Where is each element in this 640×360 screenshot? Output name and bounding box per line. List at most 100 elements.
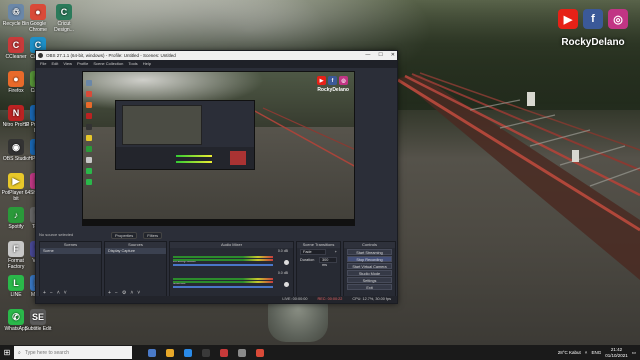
source-item[interactable]: Display Capture [105,248,166,254]
start-streaming-button[interactable]: Start Streaming [347,249,392,255]
live-timer: LIVE: 00:00:00 [282,297,308,301]
mixer-channel-desktop: Desktop Audio 0.0 dB [170,248,293,270]
taskbar-clock[interactable]: 21:42 01/10/2021 [605,347,628,359]
channel-name: RockyDelano [561,37,625,48]
transition-select[interactable]: Fade [300,249,326,255]
add-transition-icon[interactable]: + [335,250,337,254]
taskbar-app[interactable] [198,345,214,360]
cpu-fps: CPU: 12.7%, 30.00 fps [352,297,391,301]
taskbar-app[interactable] [162,345,178,360]
settings-button[interactable]: Settings [347,277,392,283]
scene-transitions-dock: Scene Transitions Fade + Duration 300 ms [296,241,341,298]
taskbar-app[interactable] [180,345,196,360]
speaker-icon[interactable] [284,282,289,287]
chevron-up-icon[interactable]: ˄ [585,350,588,355]
menu-tools[interactable]: Tools [128,60,137,68]
channel-db: 0.0 dB [277,249,288,253]
language-indicator[interactable]: ENG [591,350,601,355]
obs-preview-canvas[interactable]: ▶ f ◎ RockyDelano [82,71,355,226]
search-icon: ⌕ [18,349,21,356]
social-badges: ▶ f ◎ RockyDelano [558,9,628,48]
preview-instagram-icon: ◎ [339,76,348,85]
sources-dock: Sources Display Capture + − ⚙ ˄ ˅ [104,241,167,298]
app-icon [202,348,210,357]
close-button[interactable]: ✕ [391,51,395,60]
app-icon: SE [30,309,46,325]
menu-profile[interactable]: Profile [77,60,88,68]
menu-view[interactable]: View [63,60,72,68]
app-icon [220,348,228,357]
preview-facebook-icon: f [328,76,337,85]
taskbar: ⊞ ⌕ 28°C Kabut ˄ ENG 21:42 01/10/2021 ▭ [0,345,640,360]
duration-label: Duration [300,258,315,262]
obs-window: OBS 27.1.1 (64-bit, windows) - Profile: … [35,50,398,304]
preview-channel-name: RockyDelano [317,87,349,93]
mixer-channel-mic: Mic/Aux 0.0 dB [170,270,293,292]
system-tray: 28°C Kabut ˄ ENG 21:42 01/10/2021 ▭ [558,347,640,359]
instagram-icon: ◎ [608,9,628,29]
preview-social-badges: ▶ f ◎ [317,76,348,85]
search-input[interactable] [24,349,121,356]
transitions-header: Scene Transitions [297,242,340,248]
menu-scene-collection[interactable]: Scene Collection [93,60,123,68]
scene-item[interactable]: Scene [40,248,101,254]
no-source-label: No source selected [39,232,74,237]
nested-preview [122,105,202,145]
menu-file[interactable]: File [40,60,46,68]
app-icon: ● [30,4,46,20]
volume-meter [173,256,273,258]
volume-meter [173,281,273,283]
obs-logo-icon [38,53,43,58]
obs-menu-bar: File Edit View Profile Scene Collection … [36,60,397,68]
start-virtual-camera-button[interactable]: Start Virtual Camera [347,263,392,269]
desktop-icon-label: Cricut Design... [54,21,74,33]
taskbar-search[interactable]: ⌕ [14,346,132,359]
obs-title-text: OBS 27.1.1 (64-bit, windows) - Profile: … [46,53,176,58]
weather-status[interactable]: 28°C Kabut [558,350,581,355]
youtube-icon: ▶ [558,9,578,29]
app-icon [148,348,156,357]
taskbar-app[interactable] [234,345,250,360]
obs-status-bar: LIVE: 00:00:00 REC: 00:00:22 CPU: 12.7%,… [36,296,397,303]
preview-taskbar [83,219,354,225]
stop-recording-button[interactable]: Stop Recording [347,256,392,262]
desktop-icon[interactable]: SE Subtitle Edit [22,309,54,332]
start-button[interactable]: ⊞ [0,345,14,360]
properties-button[interactable]: Properties [111,232,138,239]
facebook-icon: f [583,9,603,29]
wallpaper-bucket [268,300,328,342]
notifications-icon[interactable]: ▭ [632,350,636,356]
filters-button[interactable]: Filters [143,232,163,239]
duration-field[interactable]: 300 ms [319,257,337,267]
studio-mode-button[interactable]: Studio Mode [347,270,392,276]
nested-meter-2 [176,161,212,163]
volume-slider[interactable] [173,286,273,288]
menu-edit[interactable]: Edit [51,60,58,68]
nested-record-indicator [230,151,246,165]
menu-help[interactable]: Help [143,60,151,68]
controls-dock: Controls Start Streaming Stop Recording … [343,241,396,298]
desktop-icon[interactable]: C Cricut Design... [48,4,80,33]
rec-timer: REC: 00:00:22 [317,297,343,301]
taskbar-app[interactable] [144,345,160,360]
app-icon: C [56,4,72,20]
maximize-button[interactable]: ☐ [378,51,382,60]
app-icon [184,348,192,357]
app-icon [166,348,174,357]
nested-meter-1 [176,155,212,157]
preview-desktop-icons [86,80,94,190]
preview-youtube-icon: ▶ [317,76,326,85]
preview-nested-obs [115,100,255,170]
scenes-dock: Scenes Scene + − ˄ ˅ [39,241,102,298]
volume-slider[interactable] [173,264,273,266]
controls-header: Controls [344,242,395,248]
minimize-button[interactable]: — [365,51,370,60]
taskbar-app[interactable] [216,345,232,360]
audio-mixer-dock: Audio Mixer Desktop Audio 0.0 dB Mic/Aux… [169,241,294,298]
exit-button[interactable]: Exit [347,284,392,290]
taskbar-app[interactable] [252,345,268,360]
speaker-icon[interactable] [284,260,289,265]
obs-title-bar[interactable]: OBS 27.1.1 (64-bit, windows) - Profile: … [36,51,397,60]
app-icon [256,348,264,357]
volume-meter [173,259,273,261]
